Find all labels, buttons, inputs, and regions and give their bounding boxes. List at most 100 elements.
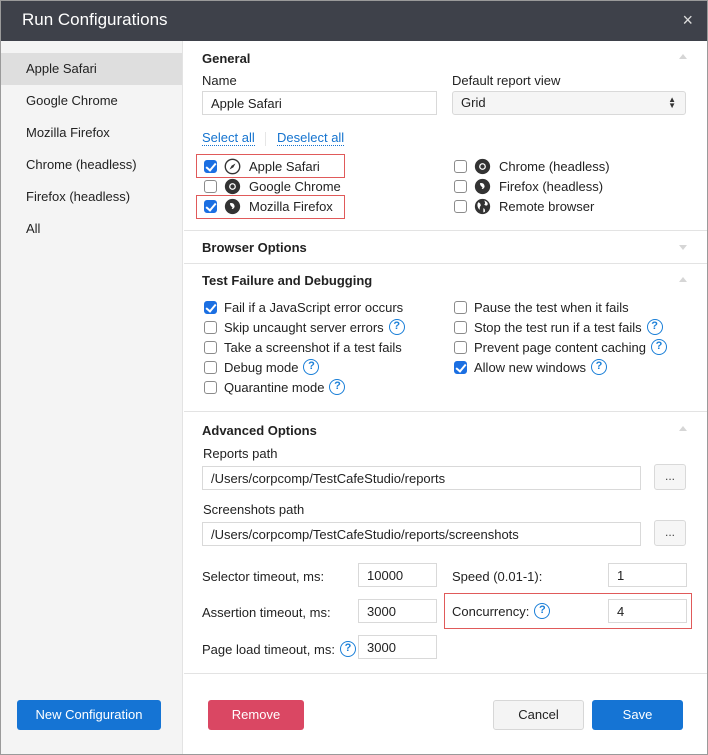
advanced-section-title[interactable]: Advanced Options	[202, 412, 689, 445]
option-stop-on-first-fail[interactable]: Stop the test run if a test fails ?	[454, 317, 667, 337]
disable-page-caching-checkbox[interactable]	[454, 340, 467, 354]
debug-options-right: Pause the test when it fails Stop the te…	[454, 297, 668, 377]
expand-caret-icon[interactable]	[679, 245, 687, 250]
run-configurations-dialog: Run Configurations × Apple Safari Google…	[0, 0, 708, 755]
browser-list-right: Chrome (headless) Firefox (headless) Rem…	[454, 156, 610, 216]
speed-input[interactable]	[608, 563, 687, 587]
save-button[interactable]: Save	[592, 700, 683, 730]
chrome-icon	[474, 158, 491, 174]
help-icon[interactable]: ?	[329, 379, 346, 395]
browse-screenshots-button[interactable]: ...	[654, 520, 686, 546]
dialog-title: Run Configurations	[22, 10, 168, 29]
new-configuration-button[interactable]: New Configuration	[17, 700, 161, 730]
firefox-icon	[474, 178, 491, 194]
option-label: Pause the test when it fails	[474, 299, 629, 315]
browser-option-chrome-headless[interactable]: Chrome (headless)	[454, 156, 610, 176]
reports-path-label: Reports path	[203, 446, 278, 461]
remote-browser-checkbox[interactable]	[454, 199, 467, 213]
browser-label: Chrome (headless)	[499, 158, 610, 174]
page-load-timeout-field: Page load timeout, ms: ?	[202, 641, 356, 657]
debugging-section: Test Failure and Debugging Fail if a Jav…	[184, 264, 707, 412]
option-allow-new-windows[interactable]: Allow new windows ?	[454, 357, 667, 377]
screenshots-path-input[interactable]	[202, 522, 641, 546]
highlight-box-safari	[196, 154, 345, 178]
option-skip-uncaught-errors[interactable]: Skip uncaught server errors ?	[204, 317, 405, 337]
remove-button[interactable]: Remove	[208, 700, 304, 730]
collapse-caret-icon[interactable]	[679, 277, 687, 282]
allow-new-windows-checkbox[interactable]	[454, 360, 467, 374]
option-label: Allow new windows	[474, 359, 586, 375]
report-view-value: Grid	[461, 95, 486, 110]
report-view-select[interactable]: Grid ▲ ▼	[452, 91, 686, 115]
quarantine-mode-checkbox[interactable]	[204, 380, 217, 394]
speed-label: Speed (0.01-1):	[452, 569, 543, 584]
assertion-timeout-label: Assertion timeout, ms:	[202, 605, 331, 620]
chrome-icon	[224, 178, 241, 194]
concurrency-field: Concurrency: ?	[452, 603, 551, 619]
name-input[interactable]	[202, 91, 437, 115]
help-icon[interactable]: ?	[339, 641, 356, 657]
sidebar-item-firefox-headless[interactable]: Firefox (headless)	[1, 181, 182, 213]
general-section: General Name Default report view Grid ▲▼…	[184, 41, 707, 231]
concurrency-input[interactable]	[608, 599, 687, 623]
option-disable-page-caching[interactable]: Prevent page content caching ?	[454, 337, 668, 357]
browser-options-section: Browser Options	[184, 231, 707, 264]
help-icon[interactable]: ?	[388, 319, 405, 335]
browser-option-firefox-headless[interactable]: Firefox (headless)	[454, 176, 610, 196]
help-icon[interactable]: ?	[646, 319, 663, 335]
selector-timeout-label: Selector timeout, ms:	[202, 569, 325, 584]
browse-reports-button[interactable]: ...	[654, 464, 686, 490]
option-screenshot-on-fail[interactable]: Take a screenshot if a test fails	[204, 337, 405, 357]
sidebar-item-apple-safari[interactable]: Apple Safari	[1, 53, 182, 85]
browser-option-google-chrome[interactable]: Google Chrome	[204, 176, 341, 196]
collapse-caret-icon[interactable]	[679, 426, 687, 431]
select-all-link[interactable]: Select all	[202, 130, 255, 146]
debug-options-left: Fail if a JavaScript error occurs Skip u…	[204, 297, 405, 397]
name-label: Name	[202, 73, 237, 88]
option-label: Quarantine mode	[224, 379, 325, 395]
browser-option-remote-browser[interactable]: Remote browser	[454, 196, 610, 216]
sidebar-item-google-chrome[interactable]: Google Chrome	[1, 85, 182, 117]
google-chrome-checkbox[interactable]	[204, 179, 217, 193]
skip-uncaught-errors-checkbox[interactable]	[204, 320, 217, 334]
assertion-timeout-input[interactable]	[358, 599, 437, 623]
collapse-caret-icon[interactable]	[679, 54, 687, 59]
help-icon[interactable]: ?	[534, 603, 551, 619]
cancel-button[interactable]: Cancel	[493, 700, 584, 730]
general-section-title[interactable]: General	[202, 41, 689, 74]
highlight-box-firefox	[196, 195, 345, 219]
firefox-headless-checkbox[interactable]	[454, 179, 467, 193]
reports-path-input[interactable]	[202, 466, 641, 490]
advanced-section: Advanced Options Reports path ... Screen…	[184, 412, 707, 673]
help-icon[interactable]: ?	[651, 339, 668, 355]
page-load-timeout-input[interactable]	[358, 635, 437, 659]
chrome-headless-checkbox[interactable]	[454, 159, 467, 173]
screenshot-on-fail-checkbox[interactable]	[204, 340, 217, 354]
fail-on-js-error-checkbox[interactable]	[204, 300, 217, 314]
option-pause-on-fail[interactable]: Pause the test when it fails	[454, 297, 667, 317]
concurrency-label: Concurrency:	[452, 603, 530, 619]
option-label: Debug mode	[224, 359, 299, 375]
link-divider	[265, 131, 267, 146]
footer-divider	[184, 673, 707, 674]
help-icon[interactable]: ?	[303, 359, 320, 375]
close-icon[interactable]: ×	[682, 10, 693, 30]
debug-mode-checkbox[interactable]	[204, 360, 217, 374]
browser-options-title[interactable]: Browser Options	[202, 231, 689, 264]
stop-on-first-fail-checkbox[interactable]	[454, 320, 467, 334]
sidebar-item-all[interactable]: All	[1, 213, 182, 245]
selector-timeout-input[interactable]	[358, 563, 437, 587]
browser-label: Firefox (headless)	[499, 178, 604, 194]
pause-on-fail-checkbox[interactable]	[454, 300, 467, 314]
deselect-all-link[interactable]: Deselect all	[277, 130, 345, 146]
sidebar-item-mozilla-firefox[interactable]: Mozilla Firefox	[1, 117, 182, 149]
page-load-timeout-label: Page load timeout, ms:	[202, 641, 335, 657]
help-icon[interactable]: ?	[591, 359, 607, 375]
option-label: Take a screenshot if a test fails	[224, 339, 402, 355]
option-quarantine-mode[interactable]: Quarantine mode ?	[204, 377, 405, 397]
option-fail-on-js-error[interactable]: Fail if a JavaScript error occurs	[204, 297, 405, 317]
option-debug-mode[interactable]: Debug mode ?	[204, 357, 405, 377]
globe-icon	[474, 198, 491, 214]
sidebar-item-chrome-headless[interactable]: Chrome (headless)	[1, 149, 182, 181]
debugging-section-title[interactable]: Test Failure and Debugging	[202, 264, 689, 297]
